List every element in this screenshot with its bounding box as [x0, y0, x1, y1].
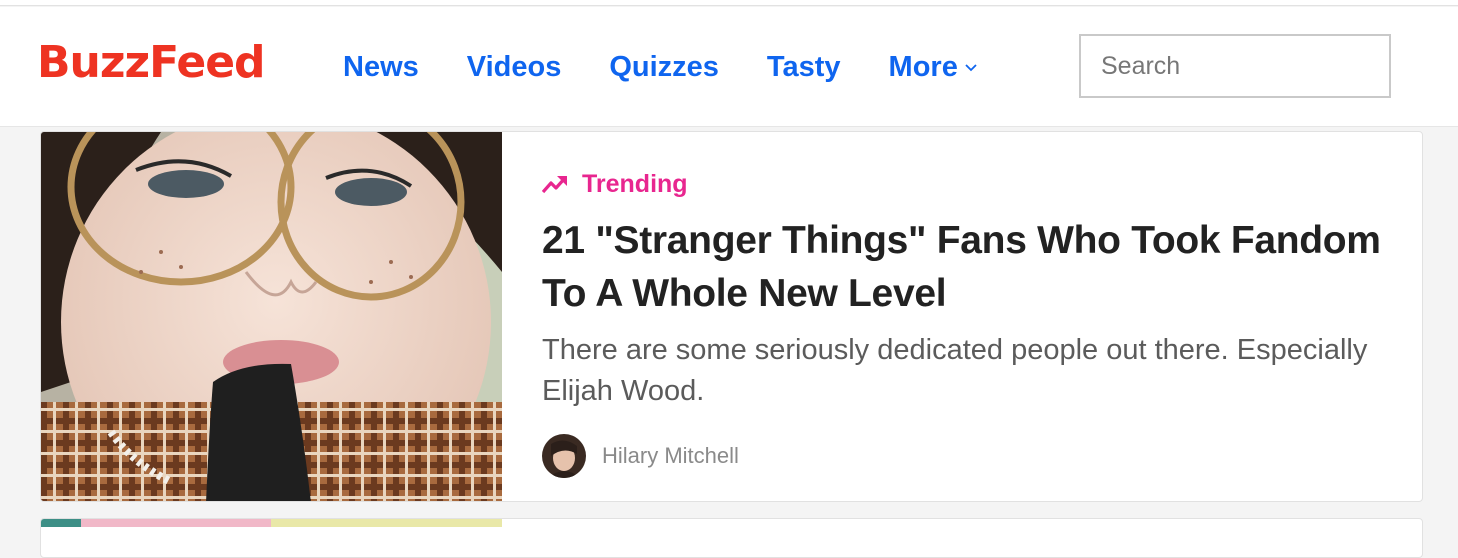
author-byline[interactable]: Hilary Mitchell	[542, 434, 1382, 478]
main-nav: News Videos Quizzes Tasty More	[343, 47, 1026, 87]
next-article-card[interactable]	[40, 518, 1423, 558]
nav-more[interactable]: More	[889, 51, 978, 84]
author-name: Hilary Mitchell	[602, 443, 739, 468]
trending-article-card[interactable]: Trending 21 "Stranger Things" Fans Who T…	[40, 131, 1423, 502]
chevron-down-icon	[965, 64, 977, 72]
next-thumb-strip	[41, 519, 81, 527]
article-thumbnail[interactable]	[41, 132, 502, 501]
top-border	[0, 0, 1458, 6]
buzzfeed-logo[interactable]: BuzzFeed	[37, 33, 266, 93]
search-input[interactable]	[1079, 34, 1391, 98]
article-description: There are some seriously dedicated peopl…	[542, 334, 1368, 407]
next-thumb-strip	[271, 519, 502, 527]
trending-badge[interactable]: Trending	[542, 168, 1382, 200]
nav-videos[interactable]: Videos	[467, 51, 562, 84]
nav-news[interactable]: News	[343, 51, 419, 84]
trending-arrow-icon	[542, 176, 567, 194]
nav-quizzes[interactable]: Quizzes	[609, 51, 719, 84]
article-image	[41, 132, 502, 501]
author-avatar	[542, 434, 586, 478]
site-header: BuzzFeed News Videos Quizzes Tasty More	[0, 7, 1458, 127]
nav-tasty[interactable]: Tasty	[767, 51, 841, 84]
article-content: Trending 21 "Stranger Things" Fans Who T…	[542, 168, 1382, 478]
article-headline[interactable]: 21 "Stranger Things" Fans Who Took Fando…	[542, 214, 1382, 320]
trending-label: Trending	[582, 169, 688, 198]
next-thumb-strip	[81, 519, 271, 527]
nav-more-label: More	[888, 50, 958, 83]
